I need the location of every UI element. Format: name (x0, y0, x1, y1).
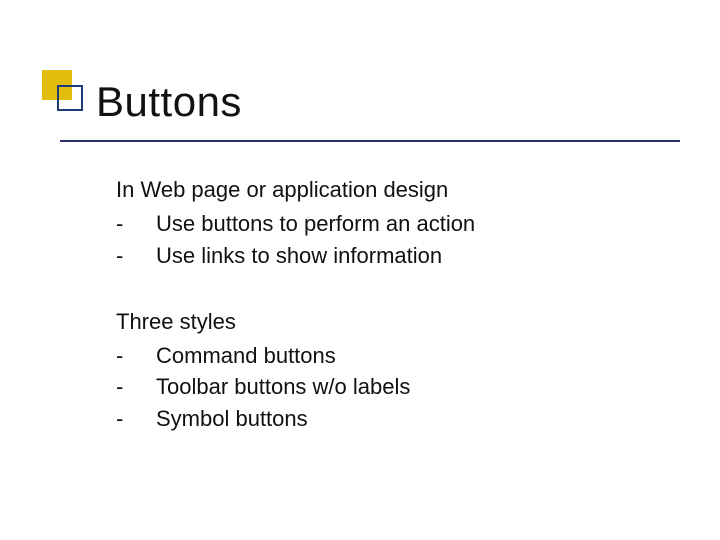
list-item-text: Use buttons to perform an action (156, 208, 475, 240)
title-underline (60, 140, 680, 142)
list-item: - Command buttons (116, 340, 475, 372)
slide-body: In Web page or application design - Use … (116, 174, 475, 435)
list-item: - Use links to show information (116, 240, 475, 272)
bullet-dash-icon: - (116, 340, 156, 372)
title-decoration-icon (42, 70, 92, 136)
section2-lead: Three styles (116, 306, 475, 338)
list-item-text: Command buttons (156, 340, 336, 372)
slide-title: Buttons (96, 78, 242, 126)
list-item-text: Symbol buttons (156, 403, 308, 435)
slide: Buttons In Web page or application desig… (0, 0, 720, 540)
list-item: - Toolbar buttons w/o labels (116, 371, 475, 403)
list-item: - Use buttons to perform an action (116, 208, 475, 240)
section1-lead: In Web page or application design (116, 174, 475, 206)
bullet-dash-icon: - (116, 371, 156, 403)
navy-outline-square-icon (57, 85, 83, 111)
bullet-dash-icon: - (116, 403, 156, 435)
bullet-dash-icon: - (116, 240, 156, 272)
list-item-text: Toolbar buttons w/o labels (156, 371, 410, 403)
list-item: - Symbol buttons (116, 403, 475, 435)
list-item-text: Use links to show information (156, 240, 442, 272)
bullet-dash-icon: - (116, 208, 156, 240)
